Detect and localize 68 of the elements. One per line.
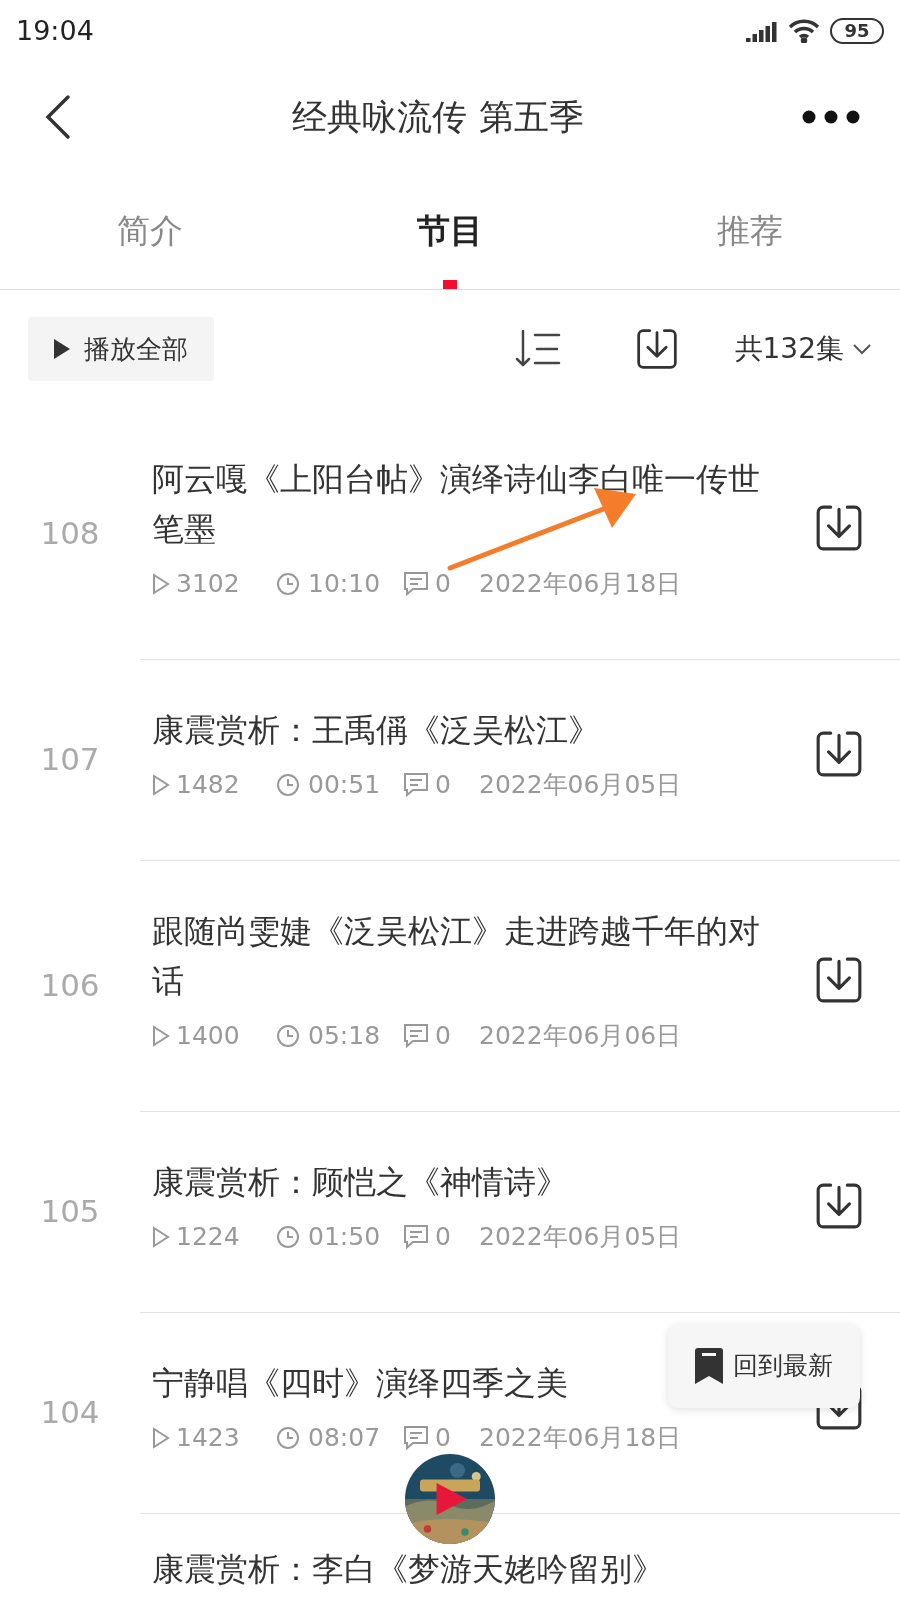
clock-icon <box>276 572 300 596</box>
battery-indicator: 95 <box>830 18 884 44</box>
episode-title[interactable]: 跟随尚雯婕《泛吴松江》走进跨越千年的对话 <box>152 906 772 1006</box>
comment-count: 0 <box>435 769 452 802</box>
download-icon[interactable] <box>814 1181 864 1231</box>
episode-number: 107 <box>40 740 100 780</box>
download-icon[interactable] <box>814 729 864 779</box>
episode-number: 104 <box>40 1393 100 1433</box>
episode-title[interactable]: 阿云嘎《上阳台帖》演绎诗仙李白唯一传世笔墨 <box>152 454 772 554</box>
episode-title[interactable]: 宁静唱《四时》演绎四季之美 <box>152 1358 568 1408</box>
comment-count: 0 <box>435 1020 452 1053</box>
sort-icon[interactable] <box>514 329 561 369</box>
back-to-latest-toast[interactable]: 回到最新 <box>668 1324 860 1408</box>
play-count-icon <box>152 1025 170 1047</box>
episode-title[interactable]: 康震赏析：顾恺之《神情诗》 <box>152 1157 568 1207</box>
comment-count: 0 <box>435 1221 452 1254</box>
signal-icon <box>746 20 778 42</box>
play-all-button[interactable]: 播放全部 <box>28 317 214 381</box>
download-icon[interactable] <box>814 955 864 1005</box>
play-count: 1482 <box>176 769 241 802</box>
episode-count-dropdown[interactable]: 共132集 <box>734 328 872 370</box>
comment-icon <box>403 1425 429 1451</box>
duration: 10:10 <box>308 568 382 601</box>
episode-title[interactable]: 康震赏析：李白《梦游天姥吟留别》 <box>152 1544 664 1594</box>
tab[interactable]: 简介 <box>0 172 300 289</box>
bookmark-icon <box>695 1348 723 1384</box>
page-title: 经典咏流传 第五季 <box>291 95 585 139</box>
tab[interactable]: 节目 <box>300 172 600 289</box>
play-count-icon <box>152 573 170 595</box>
play-icon <box>54 339 70 359</box>
chevron-down-icon <box>852 343 872 355</box>
clock-icon <box>276 1426 300 1450</box>
clock-icon <box>276 773 300 797</box>
clock-icon <box>276 1225 300 1249</box>
publish-date: 2022年06月18日 <box>479 568 682 601</box>
publish-date: 2022年06月05日 <box>479 1221 682 1254</box>
play-count: 1224 <box>176 1221 241 1254</box>
publish-date: 2022年06月05日 <box>479 769 682 802</box>
episode-number: 106 <box>40 966 100 1006</box>
tab-indicator <box>443 280 457 289</box>
download-icon[interactable] <box>814 503 864 553</box>
play-count: 3102 <box>176 568 241 601</box>
download-icon[interactable] <box>634 327 679 371</box>
wifi-icon <box>788 19 820 43</box>
more-icon[interactable] <box>802 110 860 124</box>
duration: 08:07 <box>308 1422 382 1455</box>
publish-date: 2022年06月06日 <box>479 1020 682 1053</box>
clock-icon <box>276 1024 300 1048</box>
play-count: 1423 <box>176 1422 241 1455</box>
play-count-icon <box>152 1226 170 1248</box>
comment-icon <box>403 1023 429 1049</box>
tab[interactable]: 推荐 <box>600 172 900 289</box>
play-count: 1400 <box>176 1020 241 1053</box>
episode-number: 105 <box>40 1192 100 1232</box>
comment-icon <box>403 571 429 597</box>
comment-count: 0 <box>435 568 452 601</box>
comment-icon <box>403 772 429 798</box>
play-count-icon <box>152 774 170 796</box>
duration: 05:18 <box>308 1020 382 1053</box>
play-count-icon <box>152 1427 170 1449</box>
episode-title[interactable]: 康震赏析：王禹偁《泛吴松江》 <box>152 705 600 755</box>
duration: 01:50 <box>308 1221 382 1254</box>
comment-count: 0 <box>435 1422 452 1455</box>
episode-number: 108 <box>40 514 100 554</box>
status-time: 19:04 <box>16 13 94 48</box>
comment-icon <box>403 1224 429 1250</box>
duration: 00:51 <box>308 769 382 802</box>
publish-date: 2022年06月18日 <box>479 1422 682 1455</box>
